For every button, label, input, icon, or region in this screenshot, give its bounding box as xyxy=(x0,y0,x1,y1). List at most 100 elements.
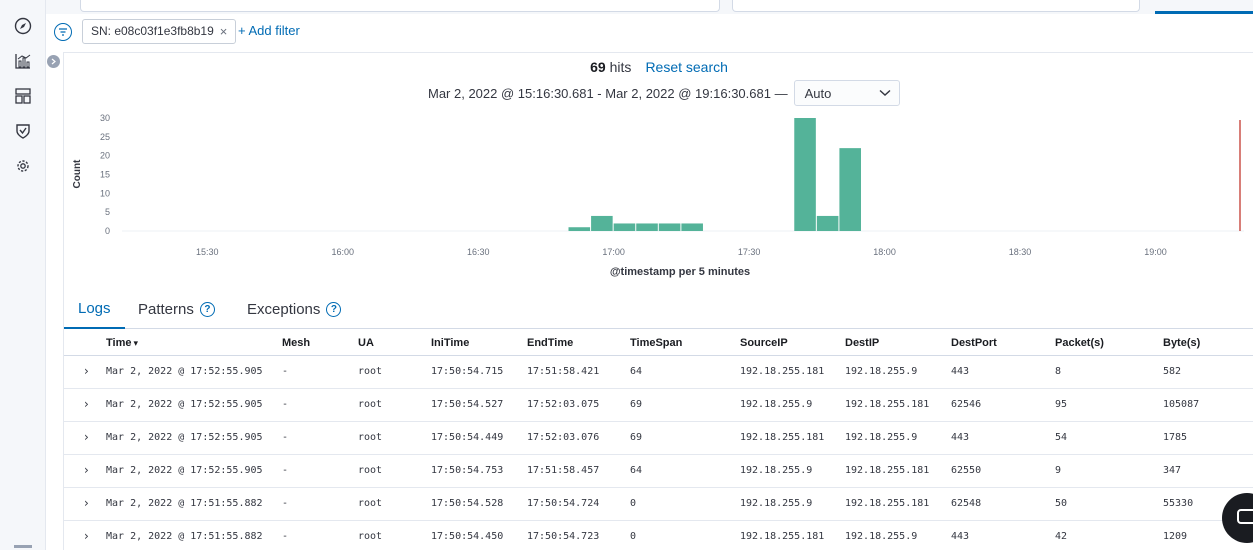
histogram-bar xyxy=(613,223,636,231)
remove-filter-icon[interactable]: × xyxy=(220,20,228,43)
column-header-byte-s[interactable]: Byte(s) xyxy=(1163,337,1200,349)
column-header-packet-s[interactable]: Packet(s) xyxy=(1055,337,1104,349)
table-row[interactable]: › Mar 2, 2022 @ 17:52:55.905 - root 17:50:54… xyxy=(64,356,1253,389)
x-tick-label: 18:00 xyxy=(873,247,896,257)
expand-row-icon[interactable]: › xyxy=(84,529,89,543)
column-header-label: UA xyxy=(358,337,374,349)
table-cell: 192.18.255.181 xyxy=(845,465,930,476)
table-cell: 64 xyxy=(630,366,643,377)
table-cell: 582 xyxy=(1163,366,1182,377)
table-cell: Mar 2, 2022 @ 17:52:55.905 xyxy=(106,465,263,476)
table-header: Time ▾ Mesh UA IniTime EndTime TimeSpan SourceI… xyxy=(64,330,1253,356)
filter-options-icon[interactable] xyxy=(54,23,72,41)
table-cell: 192.18.255.181 xyxy=(845,498,930,509)
column-header-sourceip[interactable]: SourceIP xyxy=(740,337,788,349)
expand-row-icon[interactable]: › xyxy=(84,496,89,510)
column-header-label: Byte(s) xyxy=(1163,337,1201,349)
tab-patterns-label: Patterns xyxy=(138,300,194,318)
table-cell: - xyxy=(282,531,289,542)
y-axis: 0 5 10 15 20 25 30 xyxy=(100,113,1244,236)
histogram-bar xyxy=(568,227,591,231)
date-picker-edge[interactable] xyxy=(732,0,1140,12)
y-axis-label: Count xyxy=(72,159,83,189)
column-header-destport[interactable]: DestPort xyxy=(951,337,997,349)
table-cell: 17:51:58.457 xyxy=(527,465,600,476)
table-row[interactable]: › Mar 2, 2022 @ 17:52:55.905 - root 17:50:54… xyxy=(64,455,1253,488)
table-row[interactable]: › Mar 2, 2022 @ 17:51:55.882 - root 17:50:54… xyxy=(64,488,1253,521)
table-cell: 443 xyxy=(951,432,970,443)
tab-exceptions[interactable]: Exceptions ? xyxy=(247,289,342,329)
table-cell: 42 xyxy=(1055,531,1068,542)
table-cell: 95 xyxy=(1055,399,1068,410)
column-header-destip[interactable]: DestIP xyxy=(845,337,879,349)
table-cell: 192.18.255.181 xyxy=(740,432,825,443)
help-icon[interactable]: ? xyxy=(326,301,342,317)
sidebar-collapse-icon[interactable] xyxy=(47,55,60,68)
table-cell: 17:50:54.724 xyxy=(527,498,600,509)
expand-row-icon[interactable]: › xyxy=(84,463,89,477)
query-bar-edge[interactable] xyxy=(80,0,720,12)
table-cell: Mar 2, 2022 @ 17:52:55.905 xyxy=(106,399,263,410)
table-cell: 9 xyxy=(1055,465,1062,476)
table-cell: 347 xyxy=(1163,465,1182,476)
expand-row-icon[interactable]: › xyxy=(84,364,89,378)
interval-select[interactable]: Auto xyxy=(793,80,900,106)
histogram-bar xyxy=(794,118,816,231)
x-tick-label: 17:00 xyxy=(602,247,625,257)
x-tick-label: 17:30 xyxy=(738,247,761,257)
expand-row-icon[interactable]: › xyxy=(84,430,89,444)
table-cell: 62548 xyxy=(951,498,982,509)
column-header-ua[interactable]: UA xyxy=(358,337,374,349)
hits-count: 69 xyxy=(590,59,606,75)
histogram-bar xyxy=(816,215,839,231)
x-axis-label: @timestamp per 5 minutes xyxy=(610,266,750,278)
chevron-down-icon xyxy=(879,89,891,96)
histogram-bar xyxy=(839,148,861,231)
table-cell: 443 xyxy=(951,366,970,377)
table-cell: 192.18.255.181 xyxy=(845,399,930,410)
filter-bar: SN: e08c03f1e3fb8b19 × + Add filter xyxy=(46,14,1253,50)
table-cell: 8 xyxy=(1055,366,1062,377)
column-header-time[interactable]: Time ▾ xyxy=(106,337,138,349)
column-header-label: Time xyxy=(106,337,132,349)
table-cell: root xyxy=(358,399,383,410)
table-row[interactable]: › Mar 2, 2022 @ 17:52:55.905 - root 17:50:54… xyxy=(64,389,1253,422)
histogram-bar xyxy=(681,223,703,231)
table-cell: 443 xyxy=(951,531,970,542)
shield-icon[interactable] xyxy=(13,121,33,141)
compass-icon[interactable] xyxy=(13,16,33,36)
nav-bottom-handle xyxy=(14,545,32,548)
tab-patterns[interactable]: Patterns ? xyxy=(138,289,215,329)
table-cell: 192.18.255.9 xyxy=(845,366,918,377)
y-tick-label: 0 xyxy=(105,226,110,236)
reset-search-link[interactable]: Reset search xyxy=(645,59,727,75)
sort-desc-icon[interactable]: ▾ xyxy=(133,338,138,348)
table-cell: root xyxy=(358,498,383,509)
column-header-mesh[interactable]: Mesh xyxy=(282,337,310,349)
filter-pill-sn[interactable]: SN: e08c03f1e3fb8b19 × xyxy=(82,19,237,44)
table-row[interactable]: › Mar 2, 2022 @ 17:51:55.882 - root 17:50:54… xyxy=(64,521,1253,550)
histogram-chart[interactable]: 0 5 10 15 20 25 30 15:30 16:00 16:30 17:00 17:30 18… xyxy=(64,108,1253,288)
table-cell: 69 xyxy=(630,432,643,443)
top-bar xyxy=(0,0,1253,14)
tab-logs[interactable]: Logs xyxy=(64,289,125,329)
column-header-endtime[interactable]: EndTime xyxy=(527,337,573,349)
table-cell: 69 xyxy=(630,399,643,410)
table-cell: Mar 2, 2022 @ 17:52:55.905 xyxy=(106,366,263,377)
column-header-initime[interactable]: IniTime xyxy=(431,337,469,349)
dashboard-icon[interactable] xyxy=(13,86,33,106)
add-filter-link[interactable]: + Add filter xyxy=(238,23,300,38)
results-tabs: Logs Patterns ? Exceptions ? xyxy=(64,289,1253,329)
expand-row-icon[interactable]: › xyxy=(84,397,89,411)
column-header-timespan[interactable]: TimeSpan xyxy=(630,337,682,349)
table-cell: 192.18.255.181 xyxy=(740,531,825,542)
y-tick-label: 15 xyxy=(100,170,110,180)
chart-icon[interactable] xyxy=(13,51,33,71)
table-row[interactable]: › Mar 2, 2022 @ 17:52:55.905 - root 17:50:54… xyxy=(64,422,1253,455)
column-header-label: IniTime xyxy=(431,337,470,349)
histogram-bar xyxy=(658,223,681,231)
help-icon[interactable]: ? xyxy=(199,301,215,317)
filter-pill-label: SN: e08c03f1e3fb8b19 xyxy=(91,24,214,38)
gear-icon[interactable] xyxy=(13,156,33,176)
histogram-bar xyxy=(591,215,613,231)
